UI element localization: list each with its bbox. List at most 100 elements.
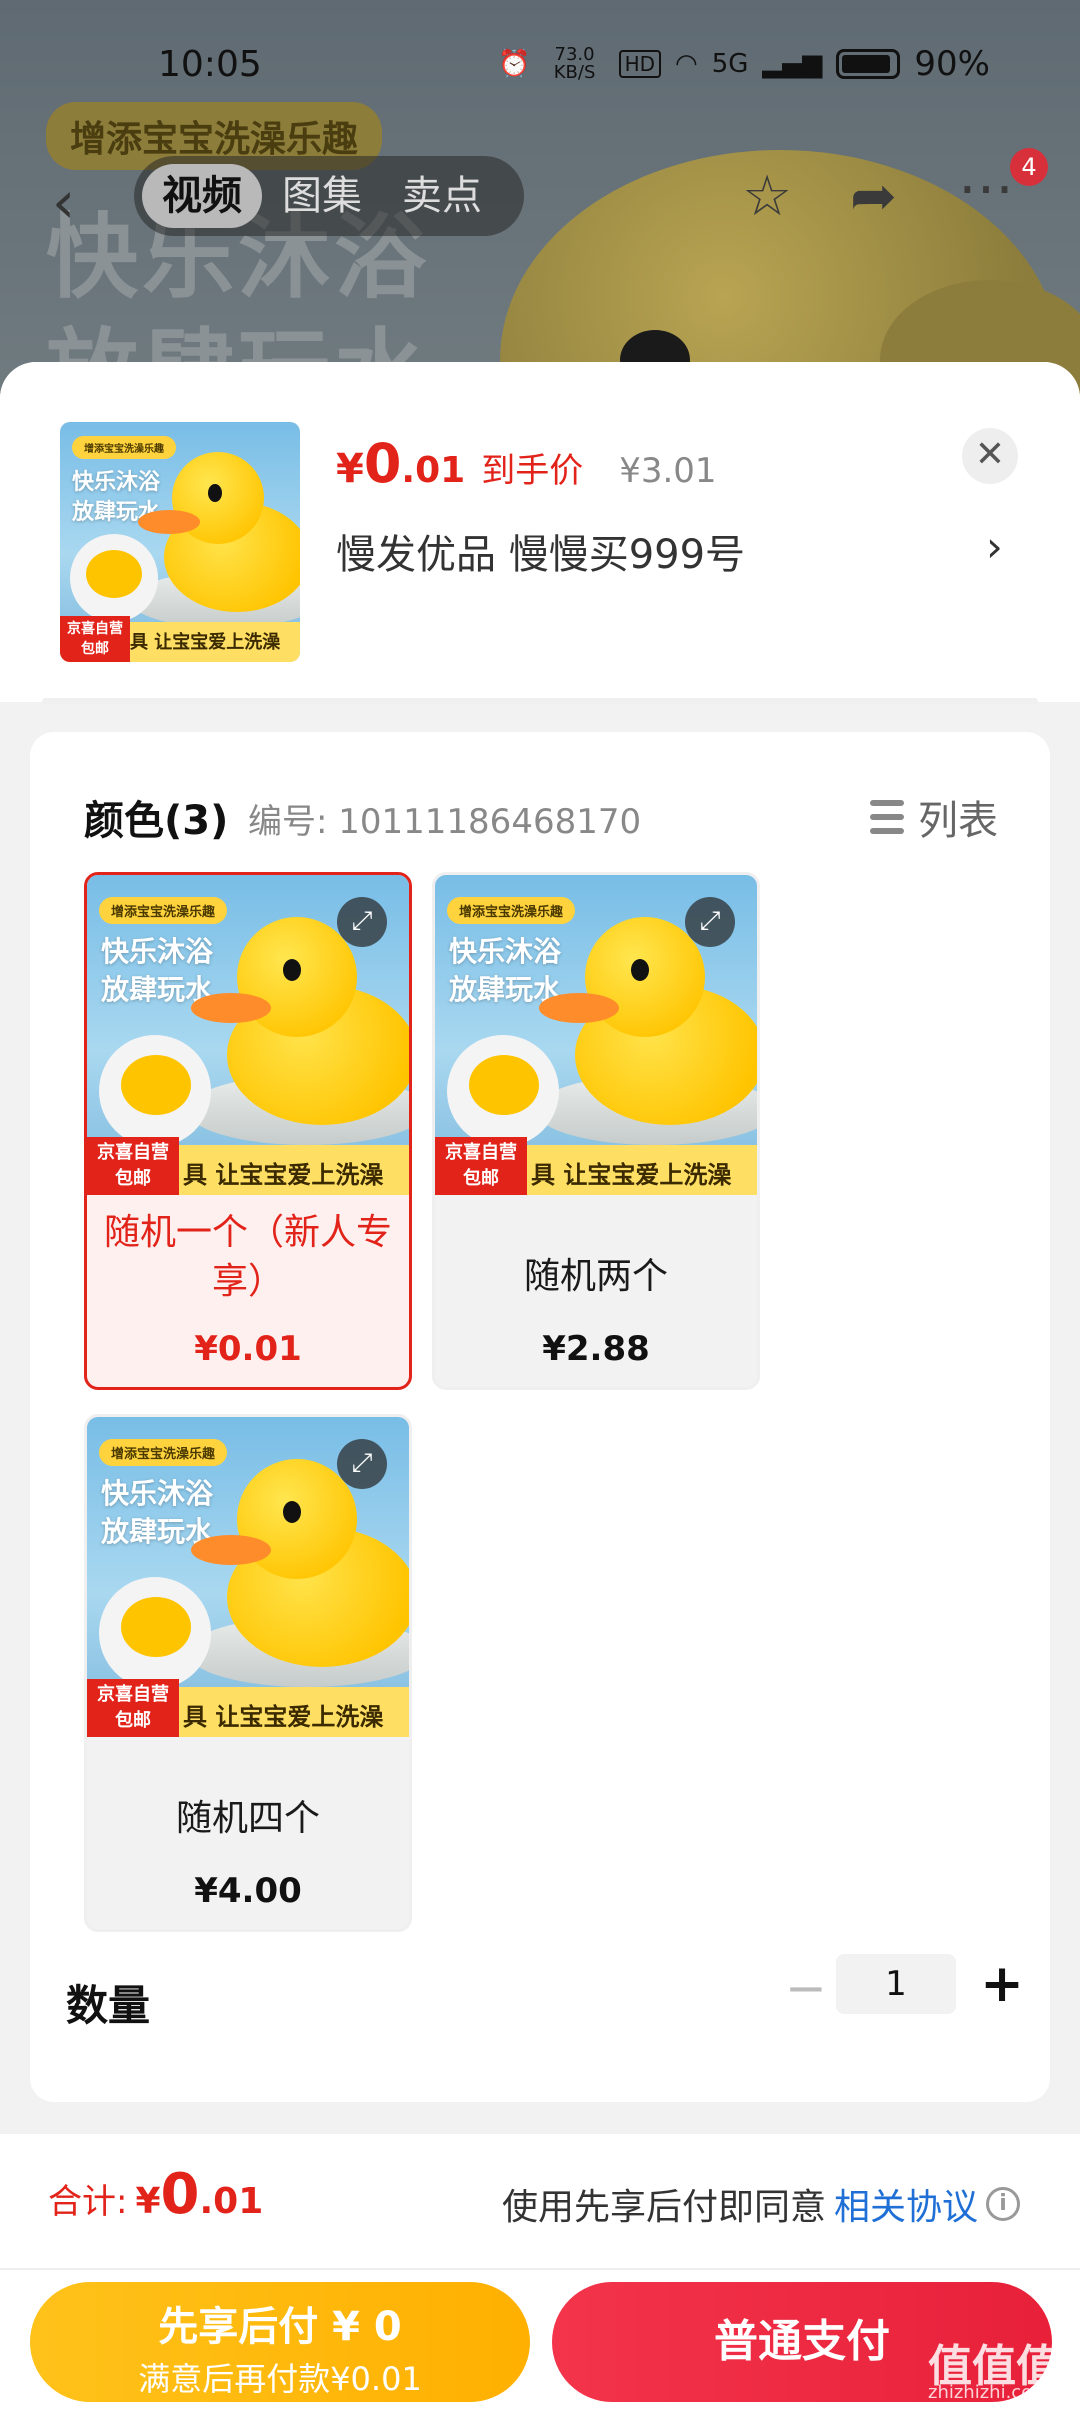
spec-title: 颜色(3) — [84, 798, 229, 844]
art-title: 快乐沐浴 放肆玩水 — [101, 933, 213, 1009]
option-image: 增添宝宝洗澡乐趣 快乐沐浴 放肆玩水 具 让宝宝爱上洗澡 京喜自营 包邮 ⤢ — [87, 875, 409, 1195]
art-title: 快乐沐浴 放肆玩水 — [449, 933, 561, 1009]
art-badge: 京喜自营 包邮 — [87, 1137, 179, 1195]
option-name: 随机一个（新人专享） — [103, 1212, 392, 1302]
buy-now-pay-later-button[interactable]: 先享后付 ¥ 0 满意后再付款¥0.01 — [30, 2282, 530, 2402]
expand-icon[interactable]: ⤢ — [685, 897, 735, 947]
status-bar: 10:05 ⏰ 73.0 KB/S HD ◠ 5G ▂▄▆ 90% — [0, 44, 1080, 100]
divider — [0, 2268, 1080, 2270]
duck-eye — [283, 1501, 301, 1523]
art-badge-line2: 包邮 — [463, 1168, 499, 1189]
option-price: ¥2.88 — [542, 1329, 650, 1369]
art-badge: 京喜自营 包邮 — [87, 1679, 179, 1737]
art-banner-text: 具 让宝宝爱上洗澡 — [130, 632, 281, 653]
art-title-line1: 快乐沐浴 — [101, 935, 214, 968]
price-currency: ¥ — [336, 446, 364, 492]
art-title: 快乐沐浴 放肆玩水 — [101, 1475, 213, 1551]
option-card-3[interactable]: 增添宝宝洗澡乐趣 快乐沐浴 放肆玩水 具 让宝宝爱上洗澡 京喜自营 包邮 ⤢ 随… — [84, 1414, 412, 1932]
close-icon[interactable]: ✕ — [962, 428, 1018, 484]
art-badge-line2: 包邮 — [115, 1710, 151, 1731]
art-badge-line1: 京喜自营 — [67, 621, 123, 637]
list-view-button[interactable]: 列表 — [870, 788, 998, 846]
chevron-right-icon[interactable]: › — [986, 522, 1003, 571]
favorite-star-icon[interactable]: ☆ — [742, 164, 792, 229]
duck-beak — [191, 993, 271, 1023]
quantity-label: 数量 — [66, 1981, 151, 2030]
art-top-tag: 增添宝宝洗澡乐趣 — [99, 897, 228, 924]
wifi-icon: ◠ — [675, 49, 698, 79]
total-decimal: .01 — [199, 2181, 264, 2222]
art-badge: 京喜自营 包邮 — [60, 616, 130, 662]
alarm-icon: ⏰ — [498, 49, 531, 79]
option-card-1[interactable]: 增添宝宝洗澡乐趣 快乐沐浴 放肆玩水 具 让宝宝爱上洗澡 京喜自营 包邮 ⤢ 随… — [84, 872, 412, 1390]
price-integer: 0 — [363, 432, 402, 495]
list-icon — [870, 798, 904, 836]
product-nav-bar: ‹ 视频 图集 卖点 ☆ ➦ ⋯ 4 — [0, 148, 1080, 240]
expand-icon[interactable]: ⤢ — [337, 897, 387, 947]
quantity-increase-button[interactable]: + — [970, 1954, 1034, 2018]
total-integer: 0 — [160, 2162, 200, 2227]
sheet-header: 增添宝宝洗澡乐趣 快乐沐浴 放肆玩水 具 让宝宝爱上洗澡 京喜自营 包邮 ¥ 0… — [0, 362, 1080, 704]
back-icon[interactable]: ‹ — [52, 168, 75, 236]
art-title-line1: 快乐沐浴 — [72, 470, 161, 495]
original-price: ¥3.01 — [619, 451, 717, 491]
option-name: 随机四个 — [175, 1798, 320, 1839]
duck-eye — [208, 484, 222, 502]
spec-card: 颜色(3) 编号: 10111186468170 列表 增添宝宝洗澡乐趣 快乐沐… — [30, 732, 1050, 2102]
status-time: 10:05 — [158, 44, 262, 85]
bnpl-main-label: 先享后付 ¥ 0 — [158, 2304, 402, 2350]
expand-icon[interactable]: ⤢ — [337, 1439, 387, 1489]
art-badge-line2: 包邮 — [115, 1168, 151, 1189]
status-icons: ⏰ 73.0 KB/S HD ◠ 5G ▂▄▆ — [498, 46, 822, 82]
total-currency: ¥ — [135, 2181, 161, 2222]
price-label: 到手价 — [481, 451, 584, 491]
shop-info[interactable]: 慢发优品 慢慢买999号 — [336, 522, 745, 580]
more-badge: 4 — [1010, 148, 1048, 186]
art-badge-line1: 京喜自营 — [97, 1142, 169, 1163]
tab-gallery[interactable]: 图集 — [262, 164, 382, 228]
bnpl-sub-label: 满意后再付款¥0.01 — [138, 2360, 422, 2398]
art-badge-line2: 包邮 — [81, 641, 109, 657]
duck-eye — [631, 959, 649, 981]
mini-duck — [86, 550, 142, 598]
art-top-tag: 增添宝宝洗澡乐趣 — [447, 897, 576, 924]
hd-icon: HD — [618, 50, 662, 78]
quantity-decrease-button[interactable]: − — [776, 1960, 836, 2020]
share-icon[interactable]: ➦ — [850, 164, 897, 229]
price-decimal: .01 — [401, 450, 466, 491]
list-view-label: 列表 — [918, 798, 998, 844]
divider — [42, 698, 1038, 704]
duck-beak — [138, 510, 200, 534]
option-price: ¥4.00 — [194, 1871, 302, 1911]
agreement-text: 使用先享后付即同意 — [501, 2187, 826, 2228]
price-row: ¥ 0 .01 到手价 ¥3.01 — [336, 432, 717, 495]
art-title-line1: 快乐沐浴 — [449, 935, 562, 968]
tab-selling-points[interactable]: 卖点 — [382, 164, 502, 228]
art-title-line1: 快乐沐浴 — [101, 1477, 214, 1510]
art-top-tag: 增添宝宝洗澡乐趣 — [72, 436, 176, 459]
watermark-url: zhizhizhi.com — [928, 2382, 1050, 2403]
mini-duck — [469, 1055, 539, 1115]
more-icon[interactable]: ⋯ — [958, 156, 1014, 221]
media-tabs: 视频 图集 卖点 — [134, 156, 524, 236]
option-card-2[interactable]: 增添宝宝洗澡乐趣 快乐沐浴 放肆玩水 具 让宝宝爱上洗澡 京喜自营 包邮 ⤢ 随… — [432, 872, 760, 1390]
quantity-input[interactable]: 1 — [836, 1954, 956, 2014]
duck-beak — [539, 993, 619, 1023]
status-right: ⏰ 73.0 KB/S HD ◠ 5G ▂▄▆ 90% — [498, 44, 990, 84]
art-banner-text: 具 让宝宝爱上洗澡 — [183, 1161, 384, 1189]
agreement-link[interactable]: 相关协议 — [834, 2178, 978, 2230]
battery-icon — [836, 49, 901, 79]
mini-duck — [121, 1597, 191, 1657]
option-image: 增添宝宝洗澡乐趣 快乐沐浴 放肆玩水 具 让宝宝爱上洗澡 京喜自营 包邮 ⤢ — [87, 1417, 409, 1737]
thumb-art: 增添宝宝洗澡乐趣 快乐沐浴 放肆玩水 具 让宝宝爱上洗澡 京喜自营 包邮 — [60, 422, 300, 662]
option-name: 随机两个 — [523, 1256, 668, 1297]
net-speed: 73.0 KB/S — [553, 44, 596, 83]
product-thumbnail[interactable]: 增添宝宝洗澡乐趣 快乐沐浴 放肆玩水 具 让宝宝爱上洗澡 京喜自营 包邮 — [60, 422, 300, 662]
tab-video[interactable]: 视频 — [142, 164, 262, 228]
art-badge-line1: 京喜自营 — [97, 1684, 169, 1705]
info-icon[interactable]: i — [986, 2187, 1020, 2221]
art-badge-line1: 京喜自营 — [445, 1142, 517, 1163]
product-code: 编号: 10111186468170 — [248, 802, 642, 842]
art-banner-text: 具 让宝宝爱上洗澡 — [183, 1703, 384, 1731]
signal-icon: 5G — [711, 49, 749, 79]
